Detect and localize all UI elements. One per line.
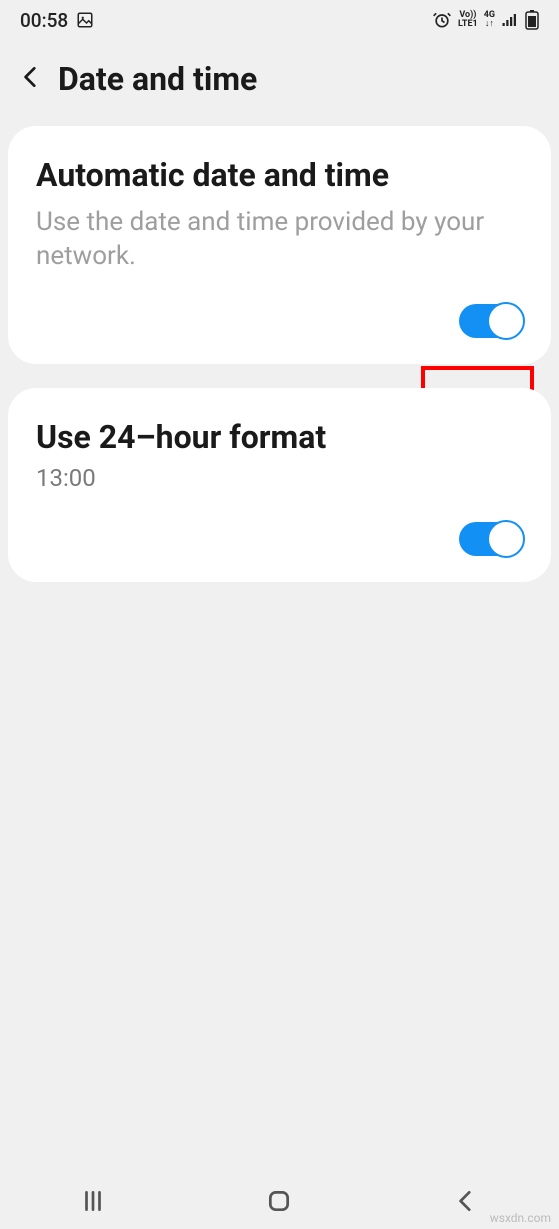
page-header: Date and time bbox=[0, 40, 559, 126]
toggle-auto-datetime[interactable] bbox=[459, 304, 523, 338]
setting-card-auto-datetime[interactable]: Automatic date and time Use the date and… bbox=[8, 126, 551, 364]
toggle-knob bbox=[487, 302, 525, 340]
watermark: wsxdn.com bbox=[490, 1211, 551, 1225]
setting-title-24hour: Use 24–hour format bbox=[36, 418, 523, 456]
setting-desc-auto: Use the date and time provided by your n… bbox=[36, 206, 523, 274]
status-left: 00:58 bbox=[20, 9, 94, 32]
gallery-icon bbox=[76, 11, 94, 29]
status-right: Vo)) LTE1 4G ↓↑ bbox=[432, 10, 539, 30]
setting-title-auto: Automatic date and time bbox=[36, 156, 523, 194]
toggle-24hour-format[interactable] bbox=[459, 522, 523, 556]
setting-example-24hour: 13:00 bbox=[36, 464, 523, 492]
alarm-icon bbox=[432, 10, 452, 30]
network-arrows: ↓↑ bbox=[485, 20, 494, 29]
signal-icon bbox=[501, 11, 519, 29]
page-title: Date and time bbox=[58, 60, 257, 98]
setting-card-24hour[interactable]: Use 24–hour format 13:00 bbox=[8, 388, 551, 582]
back-button[interactable] bbox=[18, 64, 44, 94]
network-indicator: 4G ↓↑ bbox=[484, 11, 495, 29]
toggle-knob bbox=[487, 520, 525, 558]
toggle-row-auto bbox=[36, 304, 523, 338]
volte-indicator: Vo)) LTE1 bbox=[458, 11, 478, 29]
status-time: 00:58 bbox=[20, 9, 68, 32]
nav-recents[interactable] bbox=[53, 1188, 133, 1214]
navigation-bar bbox=[0, 1173, 559, 1229]
volte-bottom: LTE1 bbox=[458, 20, 478, 29]
toggle-row-24hour bbox=[36, 522, 523, 556]
battery-icon bbox=[525, 10, 539, 30]
status-bar: 00:58 Vo)) LTE1 4G ↓↑ bbox=[0, 0, 559, 40]
nav-home[interactable] bbox=[239, 1188, 319, 1214]
